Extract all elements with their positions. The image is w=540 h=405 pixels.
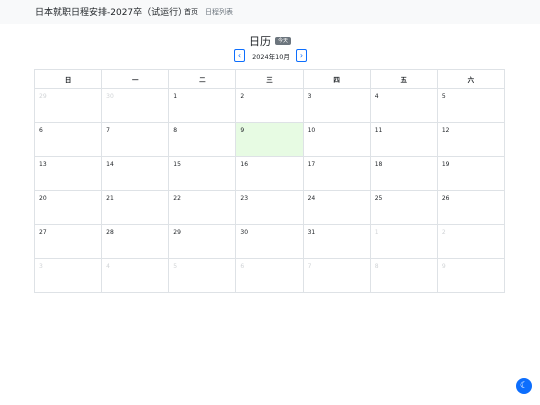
nav-link-home[interactable]: 首页 — [184, 7, 198, 17]
calendar-day-cell[interactable]: 8 — [168, 122, 237, 157]
weekday-header: 六 — [436, 69, 506, 89]
calendar-week-row: 20 21 22 23 24 25 26 — [33, 190, 506, 225]
calendar-week-row: 29 30 1 2 3 4 5 — [33, 88, 506, 123]
calendar-day-cell[interactable]: 31 — [302, 224, 371, 259]
calendar-title-text: 日历 — [248, 35, 271, 48]
weekday-header: 二 — [168, 69, 237, 89]
calendar-day-cell[interactable]: 24 — [302, 190, 371, 225]
calendar-week-row: 3456789 — [33, 258, 506, 293]
weekday-header: 日 — [33, 69, 103, 89]
calendar-day-cell[interactable]: 6 — [235, 258, 304, 293]
next-month-button[interactable]: › — [296, 49, 307, 62]
calendar-day-cell[interactable]: 7 — [101, 122, 170, 157]
calendar-day-cell[interactable]: 9 — [436, 258, 506, 293]
calendar-day-cell[interactable]: 2 — [436, 224, 506, 259]
calendar-day-cell[interactable]: 29 — [33, 88, 103, 123]
calendar-day-cell[interactable]: 27 — [33, 224, 103, 259]
moon-icon: ☾ — [519, 381, 529, 391]
calendar-title: 日历 今天 — [0, 33, 540, 49]
calendar-week-row: 6 7 8 9 10 11 12 — [33, 122, 506, 157]
nav-link-schedule-list[interactable]: 日程列表 — [205, 7, 233, 17]
calendar-day-cell[interactable]: 4 — [369, 88, 438, 123]
calendar-day-cell[interactable]: 14 — [101, 156, 170, 191]
calendar-day-cell[interactable]: 1 — [369, 224, 438, 259]
navbar: 日本就职日程安排-2027卒（试运行） 首页 日程列表 — [0, 0, 540, 24]
calendar-day-cell[interactable]: 20 — [33, 190, 103, 225]
month-navigation: ‹ 2024年10月 › — [0, 49, 540, 62]
calendar-day-cell[interactable]: 25 — [369, 190, 438, 225]
calendar-day-cell[interactable]: 16 — [235, 156, 304, 191]
calendar-day-cell[interactable]: 13 — [33, 156, 103, 191]
current-month-label: 2024年10月 — [252, 53, 290, 61]
calendar-day-cell[interactable]: 23 — [235, 190, 304, 225]
weekday-header: 一 — [101, 69, 170, 89]
calendar-day-cell[interactable]: 19 — [436, 156, 506, 191]
weekday-header-row: 日 一 二 三 四 五 六 — [33, 69, 506, 89]
calendar-day-cell[interactable]: 1 — [168, 88, 237, 123]
calendar-day-cell[interactable]: 5 — [436, 88, 506, 123]
calendar-day-cell[interactable]: 22 — [168, 190, 237, 225]
calendar-day-cell[interactable]: 30 — [235, 224, 304, 259]
brand-title[interactable]: 日本就职日程安排-2027卒（试运行） — [35, 5, 187, 18]
calendar-day-cell[interactable]: 5 — [168, 258, 237, 293]
calendar-day-cell-today[interactable]: 9 — [235, 122, 304, 157]
calendar-day-cell[interactable]: 28 — [101, 224, 170, 259]
theme-toggle-button[interactable]: ☾ — [516, 378, 532, 394]
today-button[interactable]: 今天 — [274, 37, 291, 45]
calendar-day-cell[interactable]: 3 — [33, 258, 103, 293]
calendar-day-cell[interactable]: 12 — [436, 122, 506, 157]
calendar-day-cell[interactable]: 29 — [168, 224, 237, 259]
calendar-grid: 日 一 二 三 四 五 六 29 30 1 2 3 4 5 6 7 8 9 10 11 12 13 14 15 1… — [33, 69, 506, 293]
calendar-day-cell[interactable]: 7 — [302, 258, 371, 293]
chevron-left-icon: ‹ — [237, 51, 242, 60]
calendar-day-cell[interactable]: 11 — [369, 122, 438, 157]
calendar-day-cell[interactable]: 26 — [436, 190, 506, 225]
calendar-day-cell[interactable]: 15 — [168, 156, 237, 191]
calendar-day-cell[interactable]: 17 — [302, 156, 371, 191]
calendar-day-cell[interactable]: 3 — [302, 88, 371, 123]
prev-month-button[interactable]: ‹ — [234, 49, 245, 62]
calendar-day-cell[interactable]: 21 — [101, 190, 170, 225]
calendar-day-cell[interactable]: 8 — [369, 258, 438, 293]
chevron-right-icon: › — [299, 51, 304, 60]
weekday-header: 三 — [235, 69, 304, 89]
calendar-day-cell[interactable]: 4 — [101, 258, 170, 293]
calendar-week-row: 27 28 29 30 31 1 2 — [33, 224, 506, 259]
calendar-week-row: 13 14 15 16 17 18 19 — [33, 156, 506, 191]
calendar-day-cell[interactable]: 18 — [369, 156, 438, 191]
calendar-day-cell[interactable]: 6 — [33, 122, 103, 157]
calendar-day-cell[interactable]: 10 — [302, 122, 371, 157]
weekday-header: 五 — [369, 69, 438, 89]
calendar-day-cell[interactable]: 2 — [235, 88, 304, 123]
calendar-day-cell[interactable]: 30 — [101, 88, 170, 123]
weekday-header: 四 — [302, 69, 371, 89]
